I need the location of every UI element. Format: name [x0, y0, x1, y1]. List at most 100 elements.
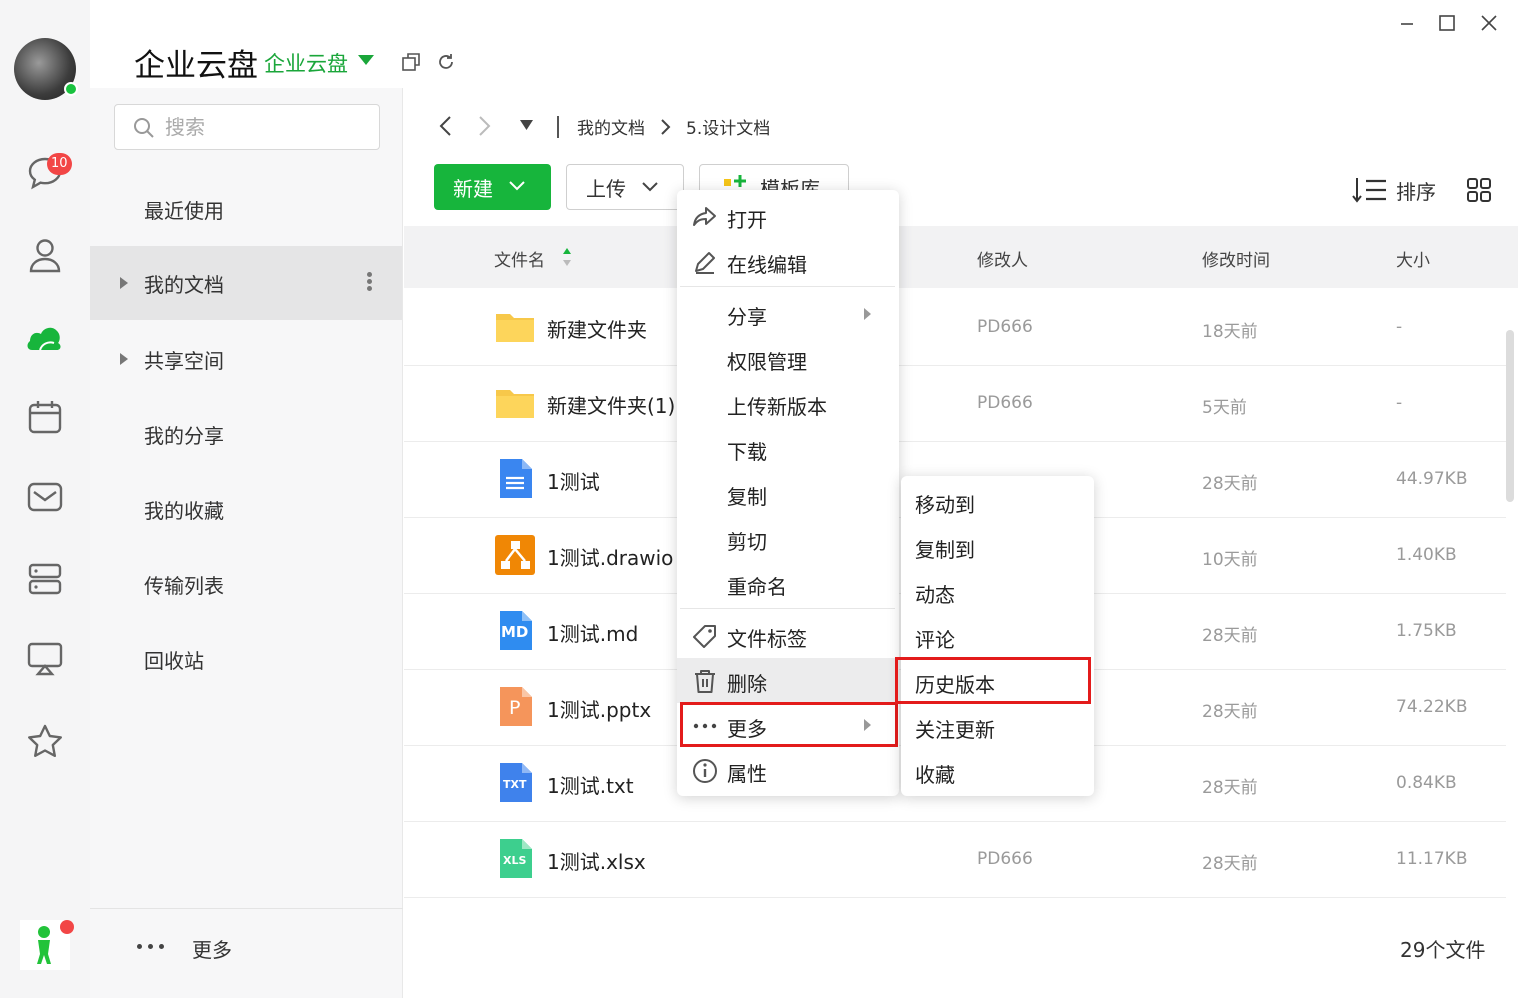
search-icon	[134, 118, 154, 138]
nav-item-recent[interactable]: 最近使用	[90, 172, 402, 246]
pptx-icon: P	[494, 686, 536, 728]
open-arrow-icon	[693, 207, 716, 226]
nav-item-transfers[interactable]: 传输列表	[90, 547, 402, 621]
header-size[interactable]: 大小	[1396, 246, 1430, 271]
file-name[interactable]: 1测试	[547, 466, 600, 495]
pptx-label: P	[509, 697, 521, 719]
xlsx-label: XLS	[503, 854, 527, 867]
close-icon[interactable]	[1474, 8, 1504, 38]
submenu-item-activity[interactable]: 动态	[915, 579, 955, 608]
size-cell: 44.97KB	[1396, 469, 1468, 489]
search-box[interactable]	[114, 104, 380, 150]
history-dropdown-icon[interactable]	[518, 118, 536, 132]
submenu-item-copy-to[interactable]: 复制到	[915, 534, 975, 563]
menu-divider	[680, 286, 895, 287]
nav-footer	[90, 908, 403, 998]
nav-item-shared-space[interactable]: 共享空间	[90, 322, 402, 396]
upload-button[interactable]: 上传	[566, 164, 684, 210]
header-modifier[interactable]: 修改人	[977, 246, 1028, 271]
submenu-item-move-to[interactable]: 移动到	[915, 489, 975, 518]
star-icon[interactable]	[24, 720, 66, 762]
menu-item-online-edit[interactable]: 在线编辑	[677, 239, 899, 284]
menu-item-label: 文件标签	[727, 627, 807, 651]
modified-time-cell: 28天前	[1202, 474, 1258, 494]
more-options-icon[interactable]	[364, 270, 374, 296]
nav-item-my-shares[interactable]: 我的分享	[90, 397, 402, 471]
menu-item-label: 分享	[727, 305, 767, 329]
calendar-icon[interactable]	[24, 396, 66, 438]
nav-item-favorites[interactable]: 我的收藏	[90, 472, 402, 546]
modified-time-cell: 28天前	[1202, 778, 1258, 798]
menu-item-label: 重命名	[727, 575, 787, 599]
sort-icon[interactable]	[1352, 176, 1388, 204]
expand-arrow-icon[interactable]	[120, 277, 128, 289]
popout-window-icon[interactable]	[399, 50, 423, 74]
menu-item-properties[interactable]: 属性	[677, 748, 899, 793]
size-cell: 0.84KB	[1396, 773, 1457, 793]
size-cell: -	[1396, 393, 1403, 413]
forward-icon[interactable]	[474, 114, 494, 138]
menu-item-label: 权限管理	[727, 350, 807, 374]
refresh-icon[interactable]	[434, 50, 458, 74]
submenu-item-comments[interactable]: 评论	[915, 624, 955, 653]
workspace-dropdown-icon[interactable]	[358, 55, 374, 65]
back-icon[interactable]	[436, 114, 456, 138]
nav-item-recycle-bin[interactable]: 回收站	[90, 622, 402, 696]
mail-icon[interactable]	[24, 476, 66, 518]
more-dots-icon[interactable]	[137, 944, 164, 949]
submenu-item-follow-updates[interactable]: 关注更新	[915, 714, 995, 743]
storage-icon[interactable]	[24, 558, 66, 600]
modified-time-cell: 18天前	[1202, 322, 1258, 342]
nav-item-label: 我的文档	[144, 272, 224, 297]
menu-item-file-tags[interactable]: 文件标签	[677, 613, 899, 658]
new-button[interactable]: 新建	[434, 164, 551, 210]
md-icon: MD	[494, 610, 536, 652]
size-cell: -	[1396, 317, 1403, 337]
file-name[interactable]: 1测试.drawio	[547, 542, 673, 571]
menu-item-open[interactable]: 打开	[677, 194, 899, 239]
txt-label: TXT	[503, 778, 527, 791]
grid-view-icon[interactable]	[1466, 177, 1492, 203]
scrollbar[interactable]	[1506, 330, 1514, 502]
menu-item-cut[interactable]: 剪切	[677, 516, 899, 561]
menu-item-upload-new-version[interactable]: 上传新版本	[677, 381, 899, 426]
menu-item-delete[interactable]: 删除	[677, 658, 899, 703]
file-name[interactable]: 新建文件夹	[547, 314, 647, 343]
menu-item-download[interactable]: 下载	[677, 426, 899, 471]
cloud-disk-icon[interactable]	[24, 316, 66, 358]
menu-item-rename[interactable]: 重命名	[677, 561, 899, 606]
sort-arrows-icon[interactable]	[561, 246, 573, 268]
nav-item-label: 回收站	[144, 648, 204, 673]
expand-arrow-icon[interactable]	[120, 353, 128, 365]
nav-more-button[interactable]: 更多	[192, 934, 232, 963]
submenu-item-favorite[interactable]: 收藏	[915, 759, 955, 788]
header-filename[interactable]: 文件名	[494, 246, 545, 271]
maximize-icon[interactable]	[1432, 8, 1462, 38]
menu-divider	[680, 608, 895, 609]
menu-item-permissions[interactable]: 权限管理	[677, 336, 899, 381]
breadcrumb-root[interactable]: 我的文档	[577, 114, 645, 139]
file-name[interactable]: 新建文件夹(1)	[547, 390, 675, 419]
workspace-switcher[interactable]: 企业云盘	[264, 48, 348, 78]
chevron-down-icon	[509, 181, 525, 191]
info-icon	[693, 759, 717, 783]
menu-item-label: 剪切	[727, 530, 767, 554]
modifier-cell: PD666	[977, 393, 1033, 413]
contacts-icon[interactable]	[24, 234, 66, 276]
size-cell: 1.40KB	[1396, 545, 1457, 565]
trash-icon	[695, 670, 715, 693]
menu-item-copy[interactable]: 复制	[677, 471, 899, 516]
drawio-icon	[495, 535, 535, 575]
search-input[interactable]	[165, 113, 365, 141]
nav-item-my-documents[interactable]: 我的文档	[90, 246, 402, 320]
file-name[interactable]: 1测试.xlsx	[547, 846, 646, 875]
folder-icon	[496, 390, 534, 418]
size-cell: 1.75KB	[1396, 621, 1457, 641]
file-name[interactable]: 1测试.md	[547, 618, 638, 647]
screen-share-icon[interactable]	[24, 638, 66, 680]
sort-button[interactable]: 排序	[1396, 176, 1436, 205]
file-name[interactable]: 1测试.txt	[547, 770, 634, 799]
minimize-icon[interactable]	[1392, 8, 1422, 38]
file-name[interactable]: 1测试.pptx	[547, 694, 651, 723]
header-modified-time[interactable]: 修改时间	[1202, 246, 1270, 271]
